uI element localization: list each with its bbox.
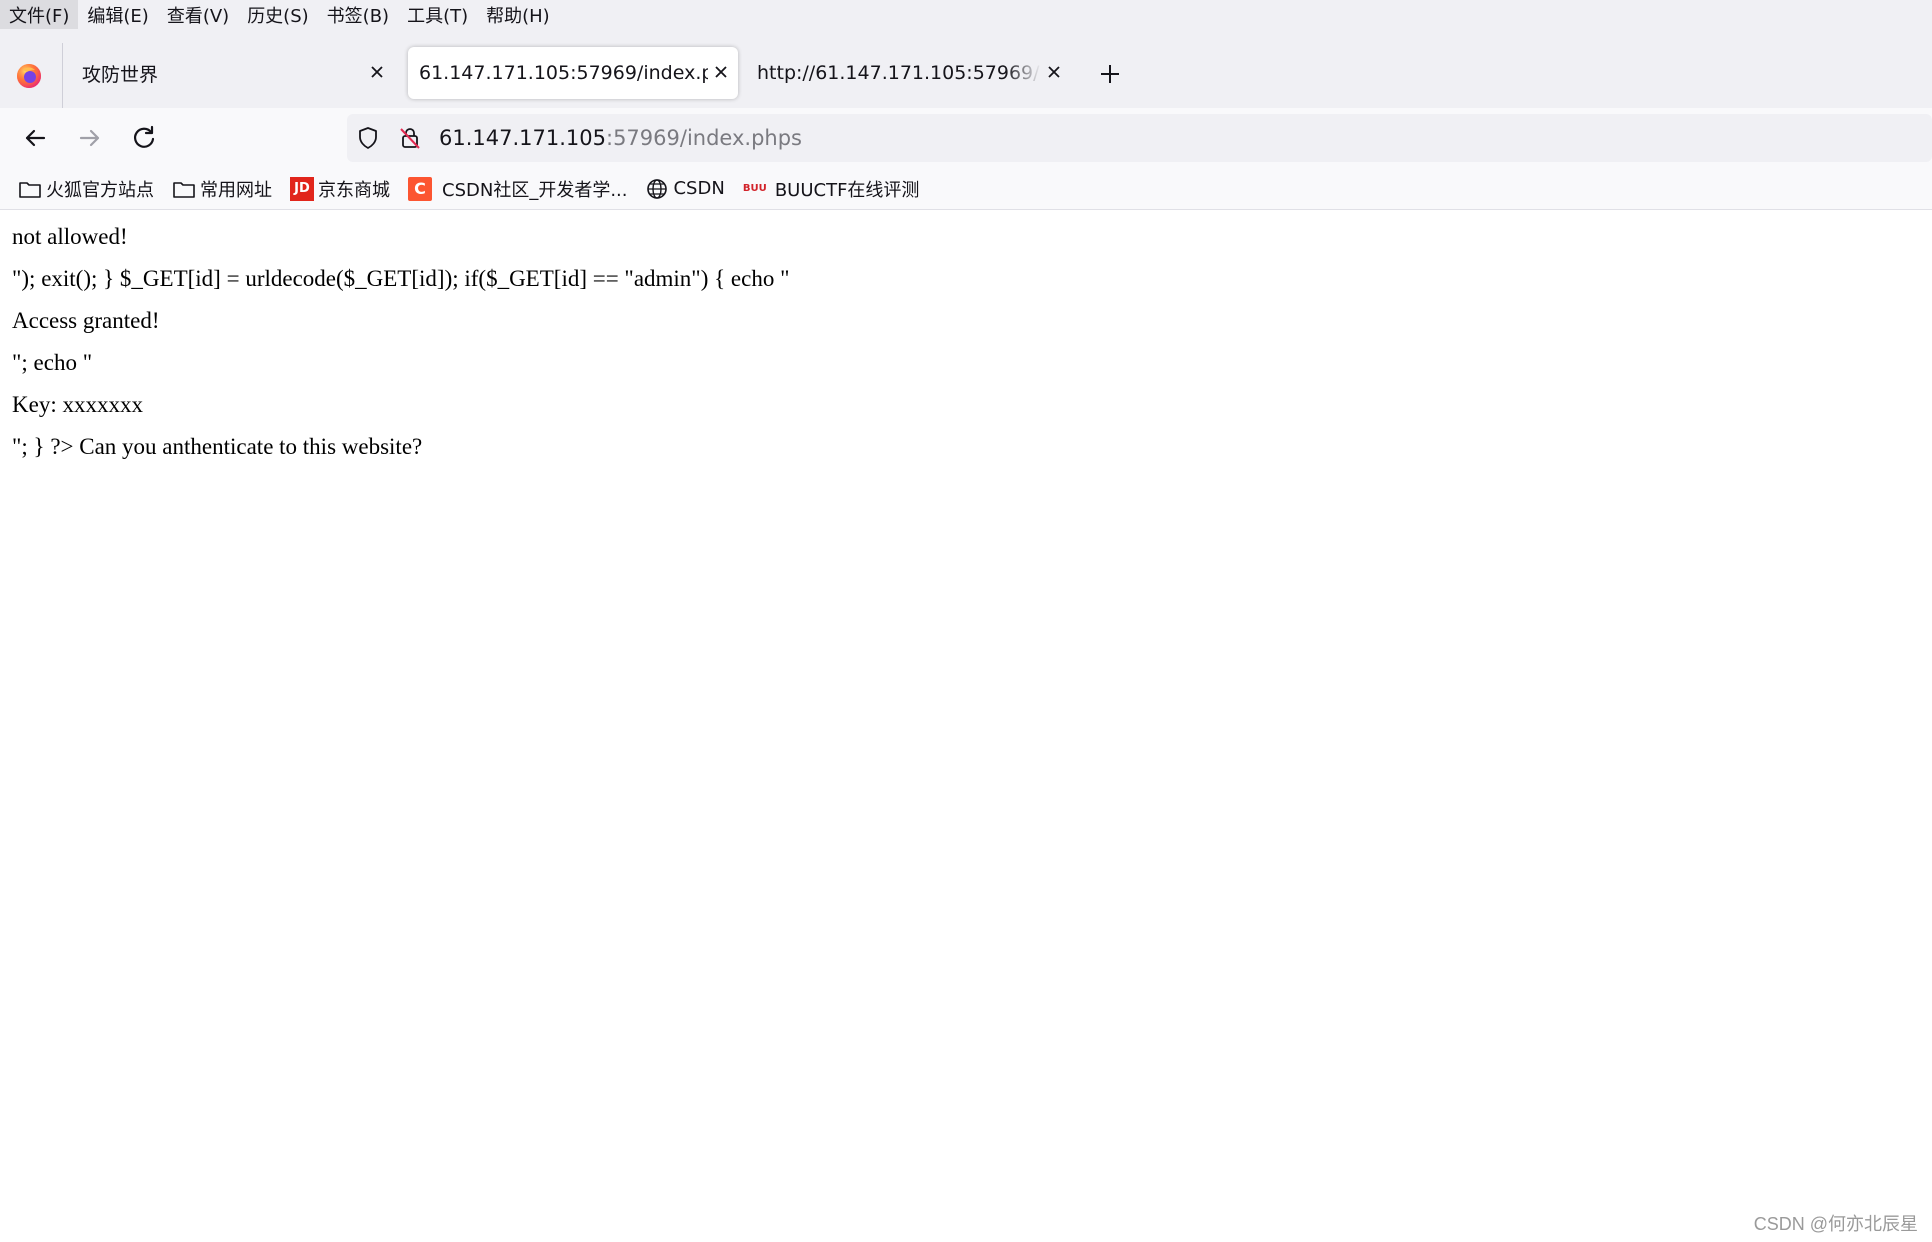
bookmark-label: 京东商城	[318, 179, 390, 201]
tab-label: 61.147.171.105:57969/index.phps	[419, 62, 708, 84]
bookmark-label: CSDN	[673, 178, 725, 199]
tab-label: http://61.147.171.105:57969/inde	[757, 62, 1041, 84]
menu-history[interactable]: 历史(S)	[238, 0, 317, 29]
content-line: "; } ?> Can you anthenticate to this web…	[12, 434, 423, 459]
jd-icon: JD	[290, 176, 314, 201]
menu-tools[interactable]: 工具(T)	[398, 0, 477, 29]
url-bar[interactable]: 61.147.171.105:57969/index.phps	[347, 114, 1932, 162]
tab-strip: 攻防世界 61.147.171.105:57969/index.phps htt…	[0, 29, 1932, 109]
bookmark-label: BUUCTF在线评测	[774, 179, 920, 201]
tab-gongfang[interactable]: 攻防世界	[68, 47, 398, 99]
reload-icon[interactable]	[129, 123, 159, 153]
url-host: 61.147.171.105	[439, 126, 606, 150]
bookmark-common-sites[interactable]: 常用网址	[172, 176, 272, 202]
menu-file[interactable]: 文件(F)	[0, 0, 79, 29]
shield-icon[interactable]	[356, 126, 380, 150]
bookmark-label: 常用网址	[200, 179, 272, 201]
globe-icon	[645, 177, 669, 201]
bookmark-csdn[interactable]: CSDN	[645, 177, 725, 201]
back-icon[interactable]	[20, 123, 50, 153]
bookmark-label: 火狐官方站点	[46, 179, 154, 201]
csdn-icon: C	[408, 176, 432, 201]
bookmark-label: CSDN社区_开发者学...	[442, 179, 628, 201]
folder-icon	[18, 177, 42, 201]
menu-bar: 文件(F) 编辑(E) 查看(V) 历史(S) 书签(B) 工具(T) 帮助(H…	[0, 0, 1932, 29]
close-icon[interactable]	[710, 61, 732, 83]
menu-edit[interactable]: 编辑(E)	[78, 0, 157, 29]
tab-separator	[62, 43, 63, 109]
watermark: CSDN @何亦北辰星	[1753, 1214, 1918, 1234]
url-text[interactable]: 61.147.171.105:57969/index.phps	[439, 124, 802, 152]
firefox-icon[interactable]	[14, 61, 44, 91]
new-tab-icon[interactable]	[1097, 61, 1123, 87]
bookmarks-toolbar: 火狐官方站点 常用网址 JD 京东商城 C CSDN社区_开发者学... CSD…	[0, 168, 1932, 210]
nav-bar: 61.147.171.105:57969/index.phps	[0, 108, 1932, 168]
tab-label: 攻防世界	[82, 63, 159, 86]
page-content: not allowed! "); exit(); } $_GET[id] = u…	[12, 213, 1912, 475]
content-line: "; echo "	[12, 350, 93, 375]
content-line: Key: xxxxxxx	[12, 392, 143, 417]
forward-icon[interactable]	[75, 123, 105, 153]
menu-view[interactable]: 查看(V)	[158, 0, 238, 29]
buuctf-icon: BUU	[742, 183, 767, 194]
close-icon[interactable]	[1043, 61, 1065, 83]
url-path: :57969/index.phps	[606, 126, 802, 150]
insecure-lock-icon[interactable]	[398, 126, 422, 150]
menu-help[interactable]: 帮助(H)	[477, 0, 559, 29]
bookmark-firefox-official[interactable]: 火狐官方站点	[18, 176, 154, 202]
folder-icon	[172, 177, 196, 201]
close-icon[interactable]	[366, 61, 388, 83]
tab-index-url[interactable]: http://61.147.171.105:57969/inde	[745, 47, 1065, 99]
menu-bookmarks[interactable]: 书签(B)	[318, 0, 398, 29]
bookmark-buuctf[interactable]: BUU BUUCTF在线评测	[743, 176, 920, 202]
content-line: "); exit(); } $_GET[id] = urldecode($_GE…	[12, 266, 790, 291]
tab-index-phps[interactable]: 61.147.171.105:57969/index.phps	[408, 47, 738, 99]
bookmark-csdn-community[interactable]: C CSDN社区_开发者学...	[408, 176, 627, 202]
content-line: not allowed!	[12, 224, 128, 249]
content-line: Access granted!	[12, 308, 160, 333]
bookmark-jd[interactable]: JD 京东商城	[290, 176, 390, 202]
